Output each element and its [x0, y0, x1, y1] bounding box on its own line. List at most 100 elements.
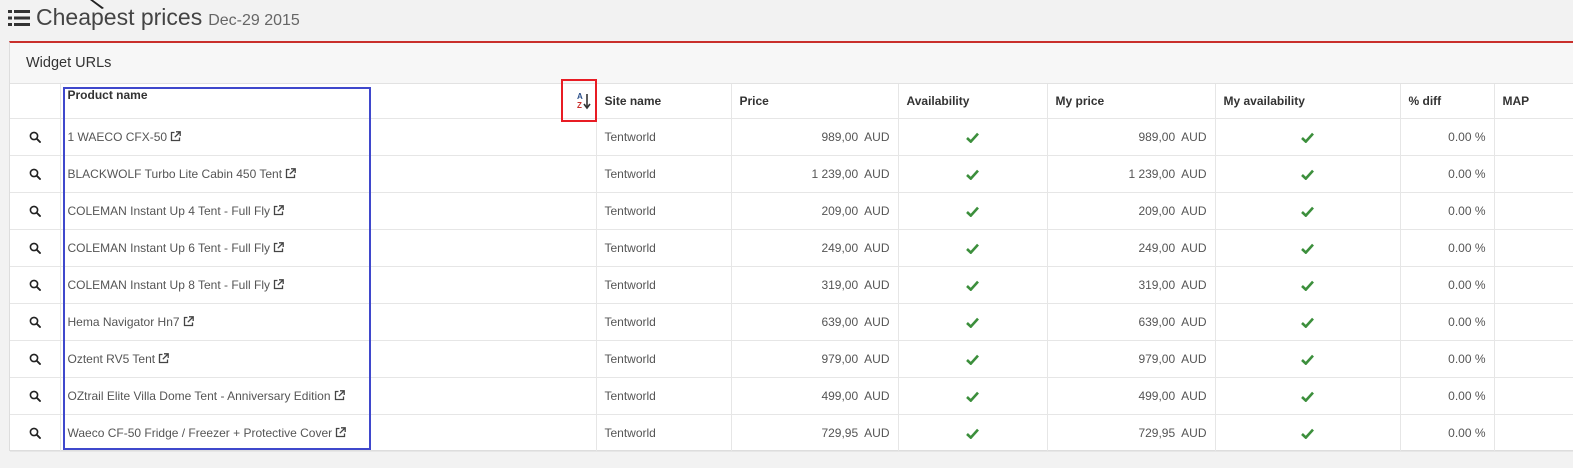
site-cell: Tentworld: [596, 192, 732, 230]
search-icon[interactable]: [29, 168, 41, 181]
my-price-cell: 639,00 AUD: [1047, 303, 1216, 341]
external-link-icon[interactable]: [335, 426, 347, 438]
price-cell: 979,00 AUD: [731, 340, 899, 378]
col-header-map[interactable]: MAP: [1494, 84, 1573, 119]
check-icon: [966, 206, 979, 218]
price-currency: AUD: [864, 203, 890, 218]
product-name-link[interactable]: BLACKWOLF Turbo Lite Cabin 450 Tent: [68, 167, 283, 181]
col-header-price[interactable]: Price: [731, 84, 899, 119]
search-icon[interactable]: [29, 242, 41, 255]
col-header-product[interactable]: Product name A Z: [60, 84, 597, 119]
col-header-my-availability[interactable]: My availability: [1215, 84, 1401, 119]
product-name-link[interactable]: Hema Navigator Hn7: [68, 315, 180, 329]
widget-urls-panel: Widget URLs Product name A Z Site name P…: [9, 41, 1573, 452]
my-price-cell: 989,00 AUD: [1047, 118, 1216, 156]
my-price-cell: 319,00 AUD: [1047, 266, 1216, 304]
check-icon: [966, 428, 979, 440]
my-price-value: 729,95: [1138, 425, 1176, 440]
product-name-link[interactable]: COLEMAN Instant Up 8 Tent - Full Fly: [68, 278, 271, 292]
table-row: COLEMAN Instant Up 8 Tent - Full Fly Ten…: [10, 266, 1573, 304]
map-cell: [1494, 155, 1573, 193]
product-name-link[interactable]: Oztent RV5 Tent: [68, 352, 156, 366]
product-name-link[interactable]: COLEMAN Instant Up 4 Tent - Full Fly: [68, 204, 271, 218]
diff-cell: 0.00 %: [1400, 377, 1495, 415]
product-cell: COLEMAN Instant Up 8 Tent - Full Fly: [60, 266, 597, 304]
search-icon[interactable]: [29, 390, 41, 403]
availability-cell: [898, 192, 1048, 230]
prices-table: Product name A Z Site name Price Availab…: [10, 84, 1573, 452]
site-cell: Tentworld: [596, 414, 732, 452]
product-cell: Oztent RV5 Tent: [60, 340, 597, 378]
external-link-icon[interactable]: [273, 278, 284, 290]
check-icon: [1301, 391, 1314, 403]
diff-cell: 0.00 %: [1400, 303, 1495, 341]
my-price-cell: 249,00 AUD: [1047, 229, 1216, 267]
product-name-link[interactable]: 1 WAECO CFX-50: [68, 130, 168, 144]
external-link-icon[interactable]: [334, 389, 345, 401]
my-availability-cell: [1215, 377, 1401, 415]
check-icon: [1301, 280, 1314, 292]
my-availability-cell: [1215, 155, 1401, 193]
availability-cell: [898, 340, 1048, 378]
svg-text:A: A: [577, 92, 583, 101]
search-icon[interactable]: [29, 427, 41, 440]
site-cell: Tentworld: [596, 118, 732, 156]
view-cell: [10, 377, 61, 415]
my-price-cell: 1 239,00 AUD: [1047, 155, 1216, 193]
my-price-currency: AUD: [1181, 388, 1207, 403]
search-icon[interactable]: [29, 353, 41, 366]
availability-cell: [898, 155, 1048, 193]
col-header-site[interactable]: Site name: [596, 84, 732, 119]
my-price-value: 249,00: [1138, 240, 1176, 255]
search-icon[interactable]: [29, 205, 41, 218]
site-cell: Tentworld: [596, 155, 732, 193]
product-name-link[interactable]: Waeco CF-50 Fridge / Freezer + Protectiv…: [68, 426, 333, 440]
diff-cell: 0.00 %: [1400, 118, 1495, 156]
table-row: OZtrail Elite Villa Dome Tent - Annivers…: [10, 377, 1573, 415]
external-link-icon[interactable]: [273, 204, 284, 216]
product-name-link[interactable]: COLEMAN Instant Up 6 Tent - Full Fly: [68, 241, 271, 255]
table-row: BLACKWOLF Turbo Lite Cabin 450 Tent Tent…: [10, 155, 1573, 193]
check-icon: [966, 280, 979, 292]
my-availability-cell: [1215, 192, 1401, 230]
col-header-my-price[interactable]: My price: [1047, 84, 1216, 119]
table-row: COLEMAN Instant Up 6 Tent - Full Fly Ten…: [10, 229, 1573, 267]
search-icon[interactable]: [29, 279, 41, 292]
view-cell: [10, 266, 61, 304]
map-cell: [1494, 414, 1573, 452]
external-link-icon[interactable]: [170, 130, 181, 142]
external-link-icon[interactable]: [273, 241, 284, 253]
my-availability-cell: [1215, 229, 1401, 267]
product-name-link[interactable]: OZtrail Elite Villa Dome Tent - Annivers…: [68, 389, 331, 403]
my-price-value: 1 239,00: [1128, 166, 1176, 181]
site-cell: Tentworld: [596, 340, 732, 378]
col-header-diff[interactable]: % diff: [1400, 84, 1495, 119]
price-cell: 729,95 AUD: [731, 414, 899, 452]
product-cell: BLACKWOLF Turbo Lite Cabin 450 Tent: [60, 155, 597, 193]
my-price-value: 319,00: [1138, 277, 1176, 292]
external-link-icon[interactable]: [158, 352, 169, 364]
map-cell: [1494, 377, 1573, 415]
external-link-icon[interactable]: [285, 167, 296, 179]
check-icon: [1301, 317, 1314, 329]
check-icon: [966, 317, 979, 329]
sort-alpha-asc-icon[interactable]: A Z: [570, 88, 596, 114]
search-icon[interactable]: [29, 131, 41, 144]
check-icon: [966, 132, 979, 144]
external-link-icon[interactable]: [183, 315, 194, 327]
diff-cell: 0.00 %: [1400, 414, 1495, 452]
diff-cell: 0.00 %: [1400, 340, 1495, 378]
map-cell: [1494, 229, 1573, 267]
map-cell: [1494, 340, 1573, 378]
search-icon[interactable]: [29, 316, 41, 329]
col-header-availability[interactable]: Availability: [898, 84, 1048, 119]
price-cell: 639,00 AUD: [731, 303, 899, 341]
product-cell: COLEMAN Instant Up 6 Tent - Full Fly: [60, 229, 597, 267]
mouse-cursor-icon: [90, 0, 104, 9]
price-currency: AUD: [864, 314, 890, 329]
my-availability-cell: [1215, 414, 1401, 452]
diff-cell: 0.00 %: [1400, 192, 1495, 230]
availability-cell: [898, 414, 1048, 452]
availability-cell: [898, 377, 1048, 415]
price-currency: AUD: [864, 388, 890, 403]
